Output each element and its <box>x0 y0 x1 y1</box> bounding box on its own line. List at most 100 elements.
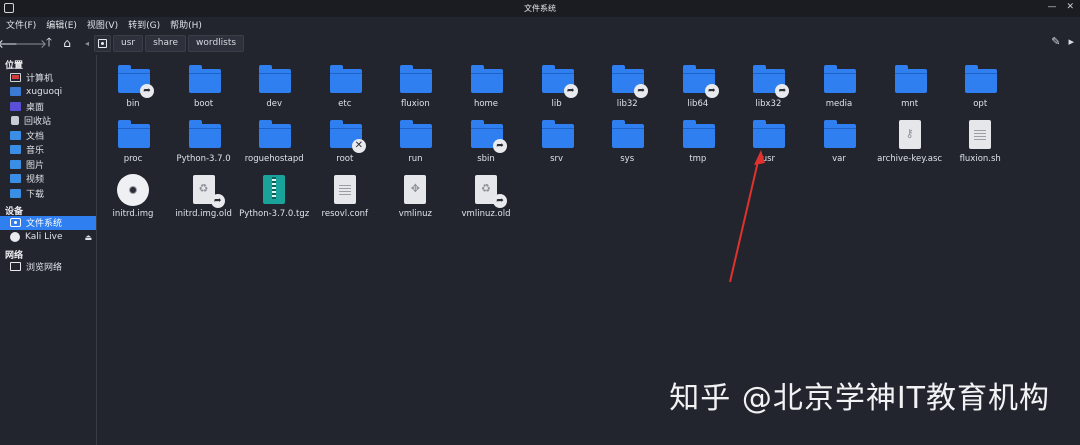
folder-item[interactable]: ➦ lib64 <box>663 63 733 109</box>
sidebar-item[interactable]: 视频 <box>0 172 96 187</box>
folder-icon <box>891 63 929 97</box>
symlink-badge-icon: ➦ <box>775 84 790 98</box>
folder-icon <box>255 118 293 152</box>
folder-icon <box>608 118 646 152</box>
file-name-label: tmp <box>689 154 707 164</box>
file-name-label: opt <box>973 99 988 109</box>
up-arrow-icon[interactable]: 🡑 <box>40 34 58 52</box>
folder-item[interactable]: fluxion <box>380 63 450 109</box>
folder-item[interactable]: ➦ libx32 <box>733 63 803 109</box>
file-name-label: mnt <box>901 99 919 109</box>
menu-file[interactable]: 文件(F) <box>6 18 36 31</box>
file-name-label: media <box>825 99 853 109</box>
folder-icon <box>255 63 293 97</box>
folder-item[interactable]: ✕ root <box>310 118 380 164</box>
file-item[interactable]: ⚷ archive-key.asc <box>875 118 945 164</box>
sidebar-item[interactable]: Kali Live ⏏ <box>0 230 96 245</box>
breadcrumb-usr[interactable]: usr <box>113 34 144 52</box>
folder-item[interactable]: ➦ lib32 <box>592 63 662 109</box>
sidebar-item-label: 桌面 <box>26 102 45 113</box>
sidebar-item[interactable]: 回收站 <box>0 114 96 129</box>
file-item[interactable]: ♻ ➦ vmlinuz.old <box>451 173 521 219</box>
symlink-badge-icon: ➦ <box>563 84 578 98</box>
file-name-label: var <box>832 154 846 164</box>
folder-icon <box>114 118 152 152</box>
folder-item[interactable]: var <box>804 118 874 164</box>
menu-go[interactable]: 转到(G) <box>128 18 160 31</box>
file-name-label: dev <box>266 99 283 109</box>
folder-item[interactable]: roguehostapd <box>239 118 309 164</box>
folder-item[interactable]: run <box>380 118 450 164</box>
sidebar-item-label: 视频 <box>26 175 45 186</box>
folder-item[interactable]: dev <box>239 63 309 109</box>
file-name-label: boot <box>194 99 214 109</box>
breadcrumb-left-icon[interactable]: ◂ <box>82 39 92 48</box>
file-item[interactable]: resovl.conf <box>310 173 380 219</box>
trash-icon <box>11 116 19 126</box>
folder-item[interactable]: mnt <box>875 63 945 109</box>
sidebar-item[interactable]: 桌面 <box>0 99 96 114</box>
folder-item[interactable]: ➦ lib <box>522 63 592 109</box>
file-name-label: lib <box>551 99 562 109</box>
file-item[interactable]: initrd.img <box>98 173 168 219</box>
folder-item[interactable]: srv <box>522 118 592 164</box>
folder-item[interactable]: media <box>804 63 874 109</box>
folder-item[interactable]: home <box>451 63 521 109</box>
file-name-label: bin <box>126 99 140 109</box>
folder-item[interactable]: ➦ bin <box>98 63 168 109</box>
sidebar-item[interactable]: 浏览网络 <box>0 260 96 275</box>
folder-icon: ➦ <box>679 63 719 98</box>
file-name-label: libx32 <box>755 99 782 109</box>
edit-location-icon[interactable]: ✎ <box>1051 35 1060 48</box>
breadcrumb-share[interactable]: share <box>145 34 187 52</box>
folder-item[interactable]: etc <box>310 63 380 109</box>
file-name-label: roguehostapd <box>244 154 304 164</box>
desktop-icon <box>10 101 21 111</box>
file-name-label: srv <box>550 154 564 164</box>
folder-item[interactable]: usr <box>733 118 803 164</box>
sidebar-item[interactable]: 下载 <box>0 186 96 201</box>
forward-arrow-icon[interactable]: 🡒 <box>15 34 47 52</box>
minimize-icon[interactable]: — <box>1047 2 1056 12</box>
network-icon <box>10 262 21 272</box>
sidebar-item[interactable]: 图片 <box>0 157 96 172</box>
menu-help[interactable]: 帮助(H) <box>170 18 202 31</box>
file-item[interactable]: ♻ ➦ initrd.img.old <box>169 173 239 219</box>
folder-item[interactable]: sys <box>592 118 662 164</box>
sidebar-section-title: 设备 <box>5 206 24 217</box>
close-icon[interactable]: ✕ <box>1066 2 1074 12</box>
file-name-label: fluxion.sh <box>959 154 1001 164</box>
folder-icon <box>326 63 364 97</box>
symlink-badge-icon: ➦ <box>140 84 154 98</box>
folder-item[interactable]: ➦ sbin <box>451 118 521 164</box>
sidebar-item[interactable]: 文档 <box>0 128 96 143</box>
folder-item[interactable]: proc <box>98 118 168 164</box>
sidebar-item[interactable]: xuguoqi <box>0 85 96 100</box>
file-item[interactable]: Python-3.7.0.tgz <box>239 173 309 219</box>
sidebar-item[interactable]: 音乐 <box>0 143 96 158</box>
breadcrumb-right-icon[interactable]: ▸ <box>1068 35 1074 48</box>
folder-icon <box>749 118 787 152</box>
file-item[interactable]: fluxion.sh <box>945 118 1015 164</box>
file-name-label: usr <box>761 154 776 164</box>
file-item[interactable]: ✥ vmlinuz <box>380 173 450 219</box>
sidebar-item[interactable]: 文件系统 <box>0 215 96 230</box>
home-icon[interactable]: ⌂ <box>58 34 76 52</box>
folder-item[interactable]: boot <box>169 63 239 109</box>
breadcrumb-wordlists[interactable]: wordlists <box>188 34 245 52</box>
eject-icon[interactable]: ⏏ <box>84 233 92 242</box>
sidebar: 位置 计算机 xuguoqi 桌面 回收站 文档 音乐 图片 视频 下载 设备 文件系统 Kali Li… <box>0 55 97 445</box>
folder-item[interactable]: opt <box>945 63 1015 109</box>
folder-icon <box>10 145 21 155</box>
breadcrumb-root[interactable] <box>94 34 111 52</box>
menu-edit[interactable]: 编辑(E) <box>46 18 77 31</box>
file-name-label: resovl.conf <box>321 209 369 219</box>
kali-icon <box>10 232 20 243</box>
menu-view[interactable]: 视图(V) <box>87 18 118 31</box>
folder-item[interactable]: tmp <box>663 118 733 164</box>
watermark: 知乎 @北京学神IT教育机构 <box>669 381 1050 416</box>
folder-icon <box>10 130 21 140</box>
sidebar-item-label: 文件系统 <box>26 219 63 230</box>
sidebar-item[interactable]: 计算机 <box>0 70 96 85</box>
folder-item[interactable]: Python-3.7.0 <box>169 118 239 164</box>
